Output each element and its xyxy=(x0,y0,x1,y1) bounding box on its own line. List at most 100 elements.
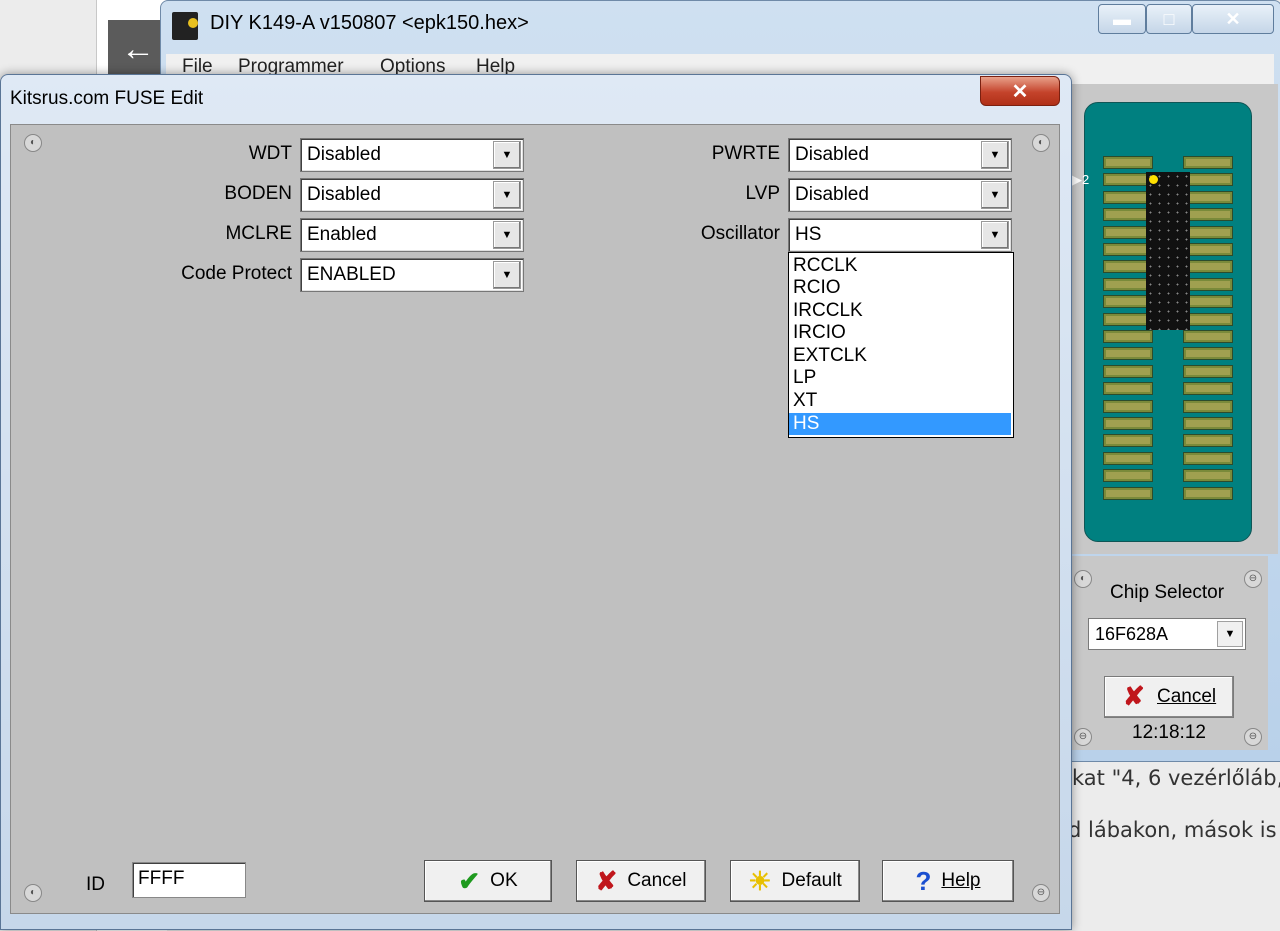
dialog-title: Kitsrus.com FUSE Edit xyxy=(10,88,204,109)
socket-pin xyxy=(1183,225,1233,239)
corner-knob-icon: ◐ xyxy=(1032,134,1050,152)
code-protect-value: ENABLED xyxy=(307,264,396,285)
sun-icon: ☀ xyxy=(748,866,772,896)
oscillator-option-ircio[interactable]: IRCIO xyxy=(789,322,1011,344)
socket-pin xyxy=(1183,208,1233,222)
lvp-value: Disabled xyxy=(795,184,869,205)
mclre-label: MCLRE xyxy=(225,223,292,244)
socket-pin xyxy=(1183,434,1233,448)
panel-knob-icon: ◐ xyxy=(1074,570,1092,588)
lvp-select[interactable]: Disabled ▼ xyxy=(788,178,1012,212)
dialog-close-button[interactable]: ✕ xyxy=(980,76,1060,106)
socket-pin xyxy=(1103,347,1153,361)
wdt-select[interactable]: Disabled ▼ xyxy=(300,138,524,172)
background-text-line1: kat "4, 6 vezérlőláb, xyxy=(1072,766,1280,790)
socket-pin xyxy=(1103,382,1153,396)
socket-pin xyxy=(1183,243,1233,256)
minimize-button[interactable]: ▬ xyxy=(1098,4,1146,34)
panel-knob-icon: ⊖ xyxy=(1244,570,1262,588)
socket-pin xyxy=(1183,469,1233,483)
socket-pin xyxy=(1103,156,1153,169)
panel-knob-icon: ⊖ xyxy=(1244,728,1262,746)
question-mark-icon: ? xyxy=(915,866,932,896)
wdt-label: WDT xyxy=(248,143,292,164)
chevron-down-icon[interactable]: ▼ xyxy=(493,261,521,289)
socket-pin xyxy=(1103,451,1153,465)
oscillator-select[interactable]: HS ▼ xyxy=(788,218,1012,252)
pin-marker-label: ▶2 xyxy=(1072,172,1090,187)
oscillator-label: Oscillator xyxy=(700,223,780,244)
panel-knob-icon: ⊖ xyxy=(1074,728,1092,746)
oscillator-value: HS xyxy=(795,224,822,245)
socket-pin xyxy=(1103,486,1153,500)
oscillator-option-rcio[interactable]: RCIO xyxy=(789,277,1011,299)
socket-pin xyxy=(1183,156,1233,169)
socket-pin xyxy=(1183,312,1233,326)
ok-button[interactable]: ✔ OK xyxy=(424,860,552,902)
boden-label: BODEN xyxy=(224,183,292,204)
socket-pin xyxy=(1183,190,1233,204)
socket-pin xyxy=(1103,399,1153,413)
programmer-window-title: DIY K149-A v150807 <epk150.hex> xyxy=(210,12,529,34)
oscillator-option-rcclk[interactable]: RCCLK xyxy=(789,255,1011,277)
clock-time: 12:18:12 xyxy=(1132,722,1206,743)
socket-pin xyxy=(1183,295,1233,309)
lvp-label: LVP xyxy=(745,183,780,204)
socket-pin xyxy=(1183,347,1233,361)
socket-pin xyxy=(1183,382,1233,396)
oscillator-option-ircclk[interactable]: IRCCLK xyxy=(789,300,1011,322)
socket-pin xyxy=(1103,417,1153,430)
socket-pin xyxy=(1103,330,1153,343)
cancel-button[interactable]: ✘ Cancel xyxy=(576,860,706,902)
socket-pin xyxy=(1183,260,1233,274)
oscillator-option-xt[interactable]: XT xyxy=(789,390,1011,412)
chip-selector-value: 16F628A xyxy=(1095,624,1169,644)
socket-pin xyxy=(1103,469,1153,483)
socket-pin xyxy=(1183,451,1233,465)
corner-knob-icon: ⊖ xyxy=(1032,884,1050,902)
cancel-button-label: Cancel xyxy=(627,870,687,891)
oscillator-option-lp[interactable]: LP xyxy=(789,367,1011,389)
socket-pin xyxy=(1103,364,1153,378)
socket-pin xyxy=(1183,417,1233,430)
oscillator-option-hs[interactable]: HS xyxy=(789,413,1011,435)
oscillator-dropdown-list: RCCLK RCIO IRCCLK IRCIO EXTCLK LP XT HS xyxy=(788,252,1014,438)
id-value: FFFF xyxy=(138,868,185,889)
socket-pin xyxy=(1183,173,1233,187)
pin1-marker-icon xyxy=(1149,175,1158,184)
ok-button-label: OK xyxy=(490,870,518,891)
mclre-value: Enabled xyxy=(307,224,377,245)
socket-pin xyxy=(1183,399,1233,413)
app-icon xyxy=(172,12,198,40)
default-button[interactable]: ☀ Default xyxy=(730,860,860,902)
main-cancel-label: Cancel xyxy=(1157,686,1217,707)
chevron-down-icon[interactable]: ▼ xyxy=(493,181,521,209)
chevron-down-icon[interactable]: ▼ xyxy=(493,221,521,249)
oscillator-option-extclk[interactable]: EXTCLK xyxy=(789,345,1011,367)
chevron-down-icon[interactable]: ▼ xyxy=(981,141,1009,169)
main-close-button[interactable]: ✕ xyxy=(1192,4,1274,34)
cancel-x-icon: ✘ xyxy=(1123,681,1145,711)
chevron-down-icon[interactable]: ▼ xyxy=(493,141,521,169)
socket-pin xyxy=(1103,434,1153,448)
pwrte-select[interactable]: Disabled ▼ xyxy=(788,138,1012,172)
code-protect-label: Code Protect xyxy=(181,263,292,284)
boden-select[interactable]: Disabled ▼ xyxy=(300,178,524,212)
socket-pin xyxy=(1183,364,1233,378)
chevron-down-icon[interactable]: ▼ xyxy=(1217,621,1243,647)
cancel-x-icon: ✘ xyxy=(595,866,618,896)
code-protect-select[interactable]: ENABLED ▼ xyxy=(300,258,524,292)
help-button[interactable]: ? Help xyxy=(882,860,1014,902)
wdt-value: Disabled xyxy=(307,144,381,165)
main-cancel-button[interactable]: ✘ Cancel xyxy=(1104,676,1234,718)
maximize-button[interactable]: □ xyxy=(1146,4,1192,34)
corner-knob-icon: ◐ xyxy=(24,884,42,902)
socket-pin xyxy=(1183,486,1233,500)
chevron-down-icon[interactable]: ▼ xyxy=(981,221,1009,249)
mclre-select[interactable]: Enabled ▼ xyxy=(300,218,524,252)
back-arrow-icon[interactable]: ← xyxy=(108,20,168,78)
default-button-label: Default xyxy=(781,870,842,891)
chevron-down-icon[interactable]: ▼ xyxy=(981,181,1009,209)
socket-pin xyxy=(1183,330,1233,343)
chip-graphic xyxy=(1146,172,1190,330)
